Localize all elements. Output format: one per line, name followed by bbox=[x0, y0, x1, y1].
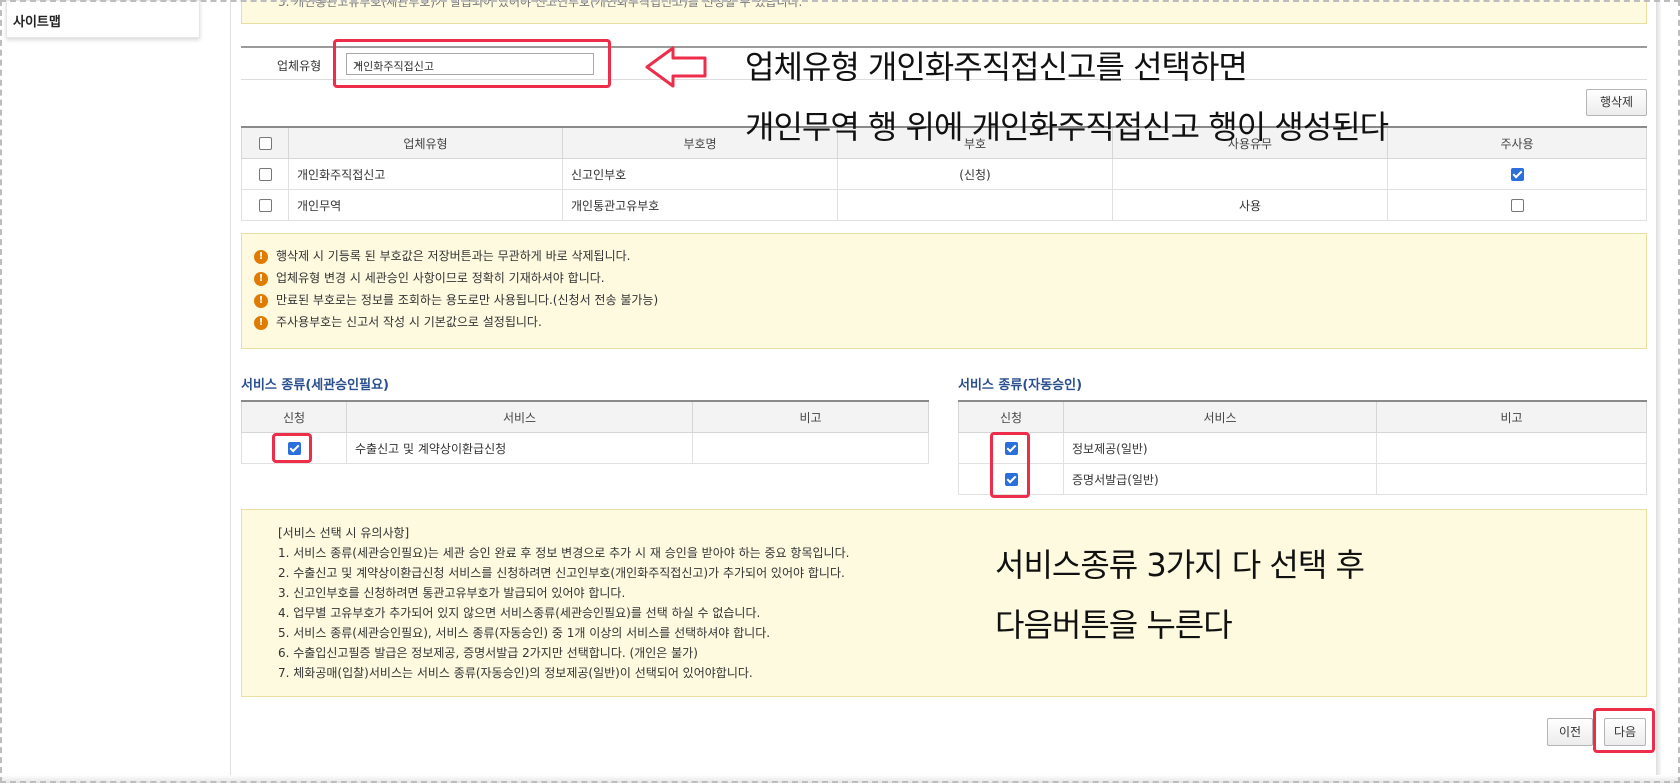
annotation-text-4: 다음버튼을 누른다 bbox=[995, 606, 1233, 644]
left-sidebar: 사이트맵 bbox=[0, 0, 231, 783]
service-customs-table: 신청 서비스 비고 수출신고 및 계약상이환급신청 bbox=[241, 400, 929, 464]
cell-name: 개인통관고유부호 bbox=[562, 189, 838, 221]
header-apply: 신청 bbox=[958, 400, 1064, 433]
warning-notice-box: ! 행삭제 시 기등록 된 부호값은 저장버튼과는 무관하게 바로 삭제됩니다. … bbox=[241, 233, 1647, 349]
select-all-checkbox[interactable] bbox=[258, 137, 272, 150]
row-checkbox[interactable] bbox=[258, 168, 272, 181]
cell-use bbox=[1112, 158, 1388, 190]
cell-type: 개인무역 bbox=[288, 189, 563, 221]
warning-line: ! 주사용부호는 신고서 작성 시 기본값으로 설정됩니다. bbox=[254, 313, 542, 330]
main-use-checkbox[interactable] bbox=[1510, 199, 1524, 212]
warning-line: ! 행삭제 시 기등록 된 부호값은 저장버튼과는 무관하게 바로 삭제됩니다. bbox=[254, 247, 631, 264]
guide-item: 2. 수출신고 및 계약상이환급신청 서비스를 신청하려면 신고인부호(개인화주… bbox=[278, 566, 845, 580]
sitemap-button[interactable]: 사이트맵 bbox=[6, 0, 200, 38]
business-type-label: 업체유형 bbox=[277, 59, 322, 73]
guide-title: [서비스 선택 시 유의사항] bbox=[278, 526, 410, 540]
frame-edge bbox=[0, 775, 1680, 783]
guide-item: 1. 서비스 종류(세관승인필요)는 세관 승인 완료 후 정보 변경으로 추가… bbox=[278, 546, 850, 560]
header-main: 주사용 bbox=[1387, 126, 1647, 159]
annotation-highlight-next bbox=[1593, 708, 1655, 753]
annotation-highlight-customs-checkbox bbox=[272, 433, 312, 463]
table-row: 개인화주직접신고 신고인부호 (신청) bbox=[241, 158, 1647, 190]
table-row: 증명서발급(일반) bbox=[958, 463, 1647, 495]
annotation-arrow-icon bbox=[645, 46, 707, 88]
header-service: 서비스 bbox=[346, 400, 693, 433]
top-notice: 3. 개인통관고유부호(세관부호)가 발급되어 있어야 신고인부호(개인화주직접… bbox=[241, 0, 1647, 24]
cell-note bbox=[1376, 432, 1647, 464]
warning-line: ! 만료된 부호로는 정보를 조회하는 용도로만 사용됩니다.(신청서 전송 불가… bbox=[254, 291, 658, 308]
warning-icon: ! bbox=[254, 293, 268, 308]
cell-service: 정보제공(일반) bbox=[1063, 432, 1377, 464]
annotation-text-3: 서비스종류 3가지 다 선택 후 bbox=[995, 546, 1365, 584]
annotation-text-1: 업체유형 개인화주직접신고를 선택하면 bbox=[745, 48, 1248, 86]
annotation-highlight-select bbox=[333, 39, 611, 88]
delete-row-button[interactable]: 행삭제 bbox=[1586, 89, 1647, 116]
cell-service: 수출신고 및 계약상이환급신청 bbox=[346, 432, 693, 464]
warning-icon: ! bbox=[254, 315, 268, 330]
header-apply: 신청 bbox=[241, 400, 347, 433]
row-checkbox[interactable] bbox=[258, 199, 272, 212]
header-type: 업체유형 bbox=[288, 126, 563, 159]
service-guide-box: [서비스 선택 시 유의사항] 1. 서비스 종류(세관승인필요)는 세관 승인… bbox=[241, 509, 1647, 697]
cell-code: (신청) bbox=[837, 158, 1113, 190]
prev-button[interactable]: 이전 bbox=[1547, 718, 1593, 746]
cell-type: 개인화주직접신고 bbox=[288, 158, 563, 190]
cell-note bbox=[1376, 463, 1647, 495]
table-row: 개인무역 개인통관고유부호 사용 bbox=[241, 189, 1647, 221]
guide-item: 5. 서비스 종류(세관승인필요), 서비스 종류(자동승인) 중 1개 이상의… bbox=[278, 626, 771, 640]
top-notice-text: 3. 개인통관고유부호(세관부호)가 발급되어 있어야 신고인부호(개인화주직접… bbox=[278, 0, 803, 9]
guide-item: 6. 수출입신고필증 발급은 정보제공, 증명서발급 2가지만 선택합니다. (… bbox=[278, 646, 698, 660]
table-header-row: 신청 서비스 비고 bbox=[958, 400, 1647, 433]
service-customs-title: 서비스 종류(세관승인필요) bbox=[241, 378, 389, 393]
select-all-cell bbox=[241, 126, 289, 159]
guide-item: 4. 업무별 고유부호가 추가되어 있지 않으면 서비스종류(세관승인필요)를 … bbox=[278, 606, 761, 620]
annotation-text-2: 개인무역 행 위에 개인화주직접신고 행이 생성된다 bbox=[745, 108, 1389, 146]
header-note: 비고 bbox=[692, 400, 929, 433]
frame-edge bbox=[1656, 0, 1662, 783]
main-use-checkbox[interactable] bbox=[1510, 168, 1524, 181]
cell-code bbox=[837, 189, 1113, 221]
warning-line: ! 업체유형 변경 시 세관승인 사항이므로 정확히 기재하셔야 합니다. bbox=[254, 269, 605, 286]
annotation-highlight-auto-checkboxes bbox=[990, 432, 1030, 498]
table-row: 수출신고 및 계약상이환급신청 bbox=[241, 432, 929, 464]
guide-item: 3. 신고인부호를 신청하려면 통관고유부호가 발급되어 있어야 합니다. bbox=[278, 586, 626, 600]
warning-icon: ! bbox=[254, 249, 268, 264]
cell-service: 증명서발급(일반) bbox=[1063, 463, 1377, 495]
cell-use: 사용 bbox=[1112, 189, 1388, 221]
warning-icon: ! bbox=[254, 271, 268, 286]
header-note: 비고 bbox=[1376, 400, 1647, 433]
cell-note bbox=[692, 432, 929, 464]
service-auto-title: 서비스 종류(자동승인) bbox=[958, 378, 1083, 393]
cell-name: 신고인부호 bbox=[562, 158, 838, 190]
table-header-row: 신청 서비스 비고 bbox=[241, 400, 929, 433]
sitemap-label: 사이트맵 bbox=[13, 15, 61, 30]
guide-item: 7. 체화공매(입찰)서비스는 서비스 종류(자동승인)의 정보제공(일반)이 … bbox=[278, 666, 753, 680]
header-service: 서비스 bbox=[1063, 400, 1377, 433]
service-auto-table: 신청 서비스 비고 정보제공(일반) 증명서발급(일반) bbox=[958, 400, 1647, 495]
table-row: 정보제공(일반) bbox=[958, 432, 1647, 464]
